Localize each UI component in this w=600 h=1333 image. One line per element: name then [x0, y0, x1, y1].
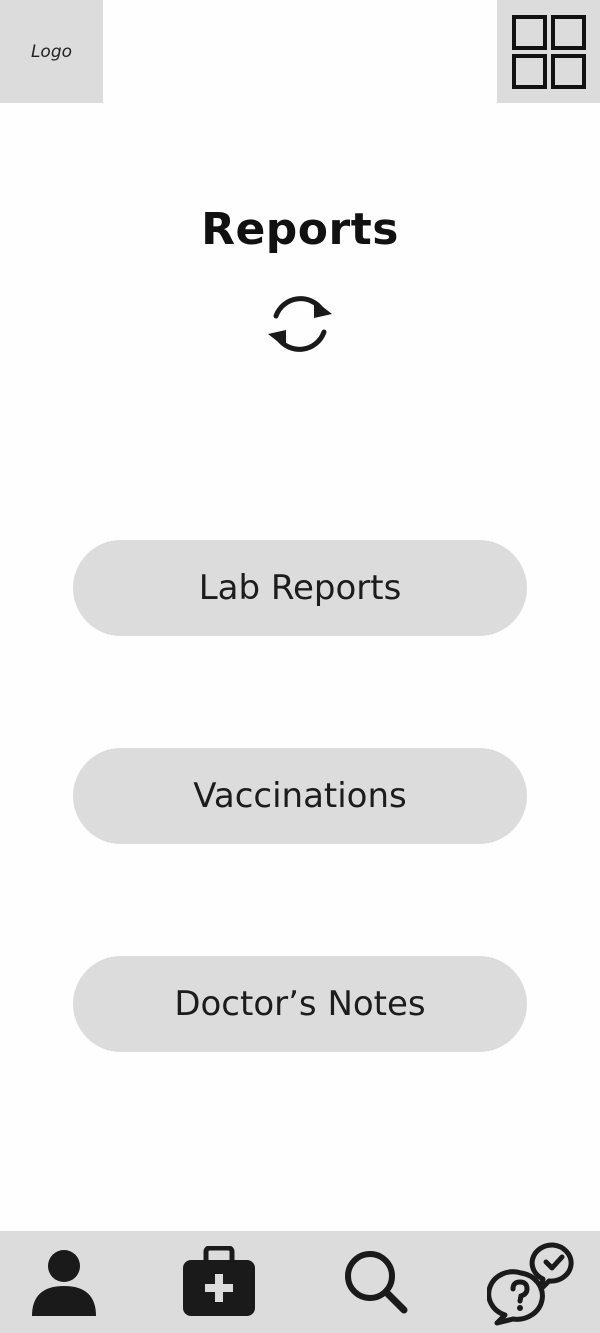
doctors-notes-button[interactable]: Doctor’s Notes [73, 956, 527, 1052]
nav-help[interactable] [484, 1231, 584, 1333]
search-icon [345, 1251, 408, 1314]
vaccinations-button[interactable]: Vaccinations [73, 748, 527, 844]
help-chat-icon [487, 1242, 574, 1326]
nav-medical[interactable] [169, 1231, 269, 1333]
medical-kit-icon [183, 1246, 255, 1316]
menu-button[interactable] [497, 0, 600, 103]
grid-icon [511, 14, 586, 89]
bottom-nav [0, 1231, 600, 1333]
nav-search[interactable] [326, 1231, 426, 1333]
logo-text: Logo [30, 41, 73, 62]
lab-reports-button[interactable]: Lab Reports [73, 540, 527, 636]
refresh-button[interactable] [262, 286, 338, 362]
reports-screen: Logo Reports Lab Reports Vaccinations Do… [0, 0, 600, 1333]
nav-profile[interactable] [14, 1231, 114, 1333]
page-title: Reports [201, 204, 399, 255]
user-icon [32, 1250, 96, 1316]
refresh-icon [268, 296, 332, 352]
logo: Logo [0, 0, 103, 103]
